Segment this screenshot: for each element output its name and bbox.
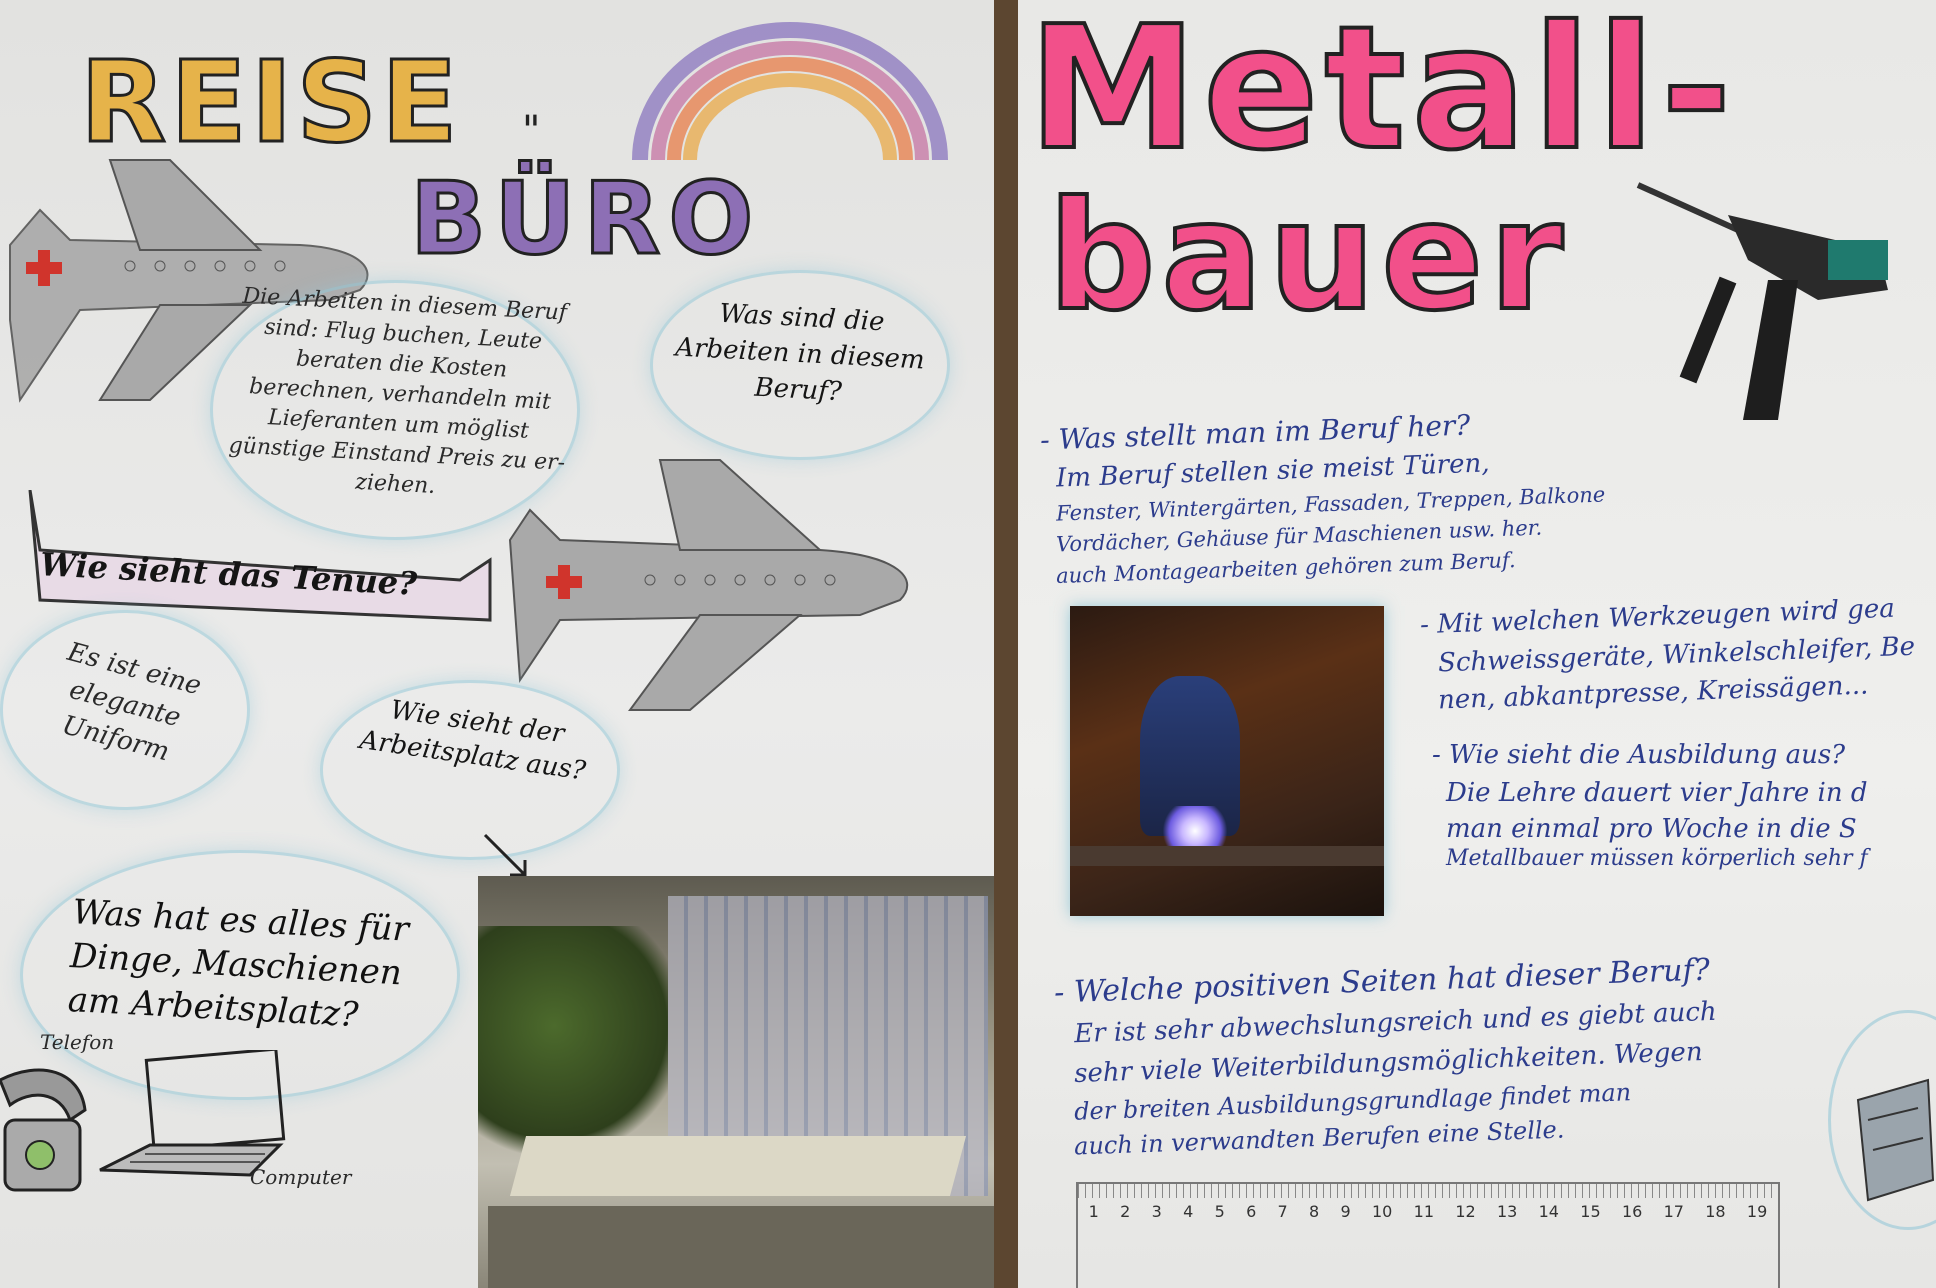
desk (509, 1136, 967, 1196)
ruler-number: 16 (1621, 1202, 1643, 1221)
computer-icon (99, 1050, 286, 1177)
ruler-number: 17 (1663, 1202, 1684, 1221)
drill-icon (1636, 182, 1888, 420)
title-metall: Metall- (1026, 0, 1738, 190)
ruler-number: 10 (1372, 1202, 1393, 1221)
ruler-number: 9 (1340, 1202, 1351, 1221)
ruler-number: 1 (1088, 1202, 1099, 1221)
a3-line1: Die Lehre dauert vier Jahre in d (1446, 778, 1868, 808)
ruler-number: 14 (1538, 1202, 1559, 1221)
ellipsis-mark: " (522, 108, 541, 154)
q3-text: - Wie sieht die Ausbildung aus? (1432, 740, 1846, 770)
travel-office-photo (478, 876, 994, 1288)
ruler-number: 3 (1151, 1202, 1162, 1221)
ruler-number: 11 (1413, 1202, 1435, 1221)
a3-line2: man einmal pro Woche in die S (1446, 814, 1857, 844)
label-computer: Computer (250, 1165, 352, 1189)
airplane-icon-2 (508, 459, 909, 711)
ruler-number: 15 (1580, 1202, 1601, 1221)
text-task-question: Was sind die Arbeiten in diesem Beruf? (674, 298, 926, 408)
ruler-number: 8 (1309, 1202, 1320, 1221)
machine-icon (1856, 1078, 1935, 1202)
workbench (1070, 846, 1384, 866)
ruler-number: 18 (1705, 1202, 1726, 1221)
title-bauer: bauer (1046, 168, 1570, 346)
welding-photo (1070, 606, 1384, 916)
q1-text: - Was stellt man im Beruf her? (1039, 408, 1471, 457)
ruler-number: 2 (1120, 1202, 1131, 1221)
ruler-number: 12 (1455, 1202, 1476, 1221)
reisebuero-poster: REISE " BÜRO Die Arbeiten in diesem Beru… (0, 0, 994, 1288)
floor (488, 1206, 994, 1288)
title-reise: REISE (79, 37, 462, 170)
text-machines: Was hat es alles für Dinge, Maschienen a… (66, 892, 410, 1036)
ruler-scale: 1 2 3 4 5 6 7 8 9 10 11 12 13 14 15 16 17 18 19 (1078, 1202, 1778, 1221)
a3-line3: Metallbauer müssen körperlich sehr f (1446, 846, 1868, 871)
telephone-icon (0, 1068, 87, 1192)
title-buero: BÜRO (408, 159, 762, 279)
ruler-number: 6 (1246, 1202, 1257, 1221)
ruler-number: 7 (1277, 1202, 1288, 1221)
ruler-number: 4 (1183, 1202, 1194, 1221)
a1-line1: Im Beruf stellen sie meist Türen, (1055, 448, 1490, 494)
ruler-number: 19 (1746, 1202, 1768, 1221)
a2-line2: nen, abkantpresse, Kreissägen... (1437, 670, 1869, 716)
ruler-number: 13 (1496, 1202, 1518, 1221)
q2-text: - Mit welchen Werkzeugen wird gea (1419, 593, 1896, 641)
ruler-drawing: 1 2 3 4 5 6 7 8 9 10 11 12 13 14 15 16 17 18 19 (1076, 1182, 1780, 1288)
metallbauer-poster: Metall- bauer - Was stellt man im Beruf … (1018, 0, 1936, 1288)
ruler-number: 5 (1214, 1202, 1225, 1221)
